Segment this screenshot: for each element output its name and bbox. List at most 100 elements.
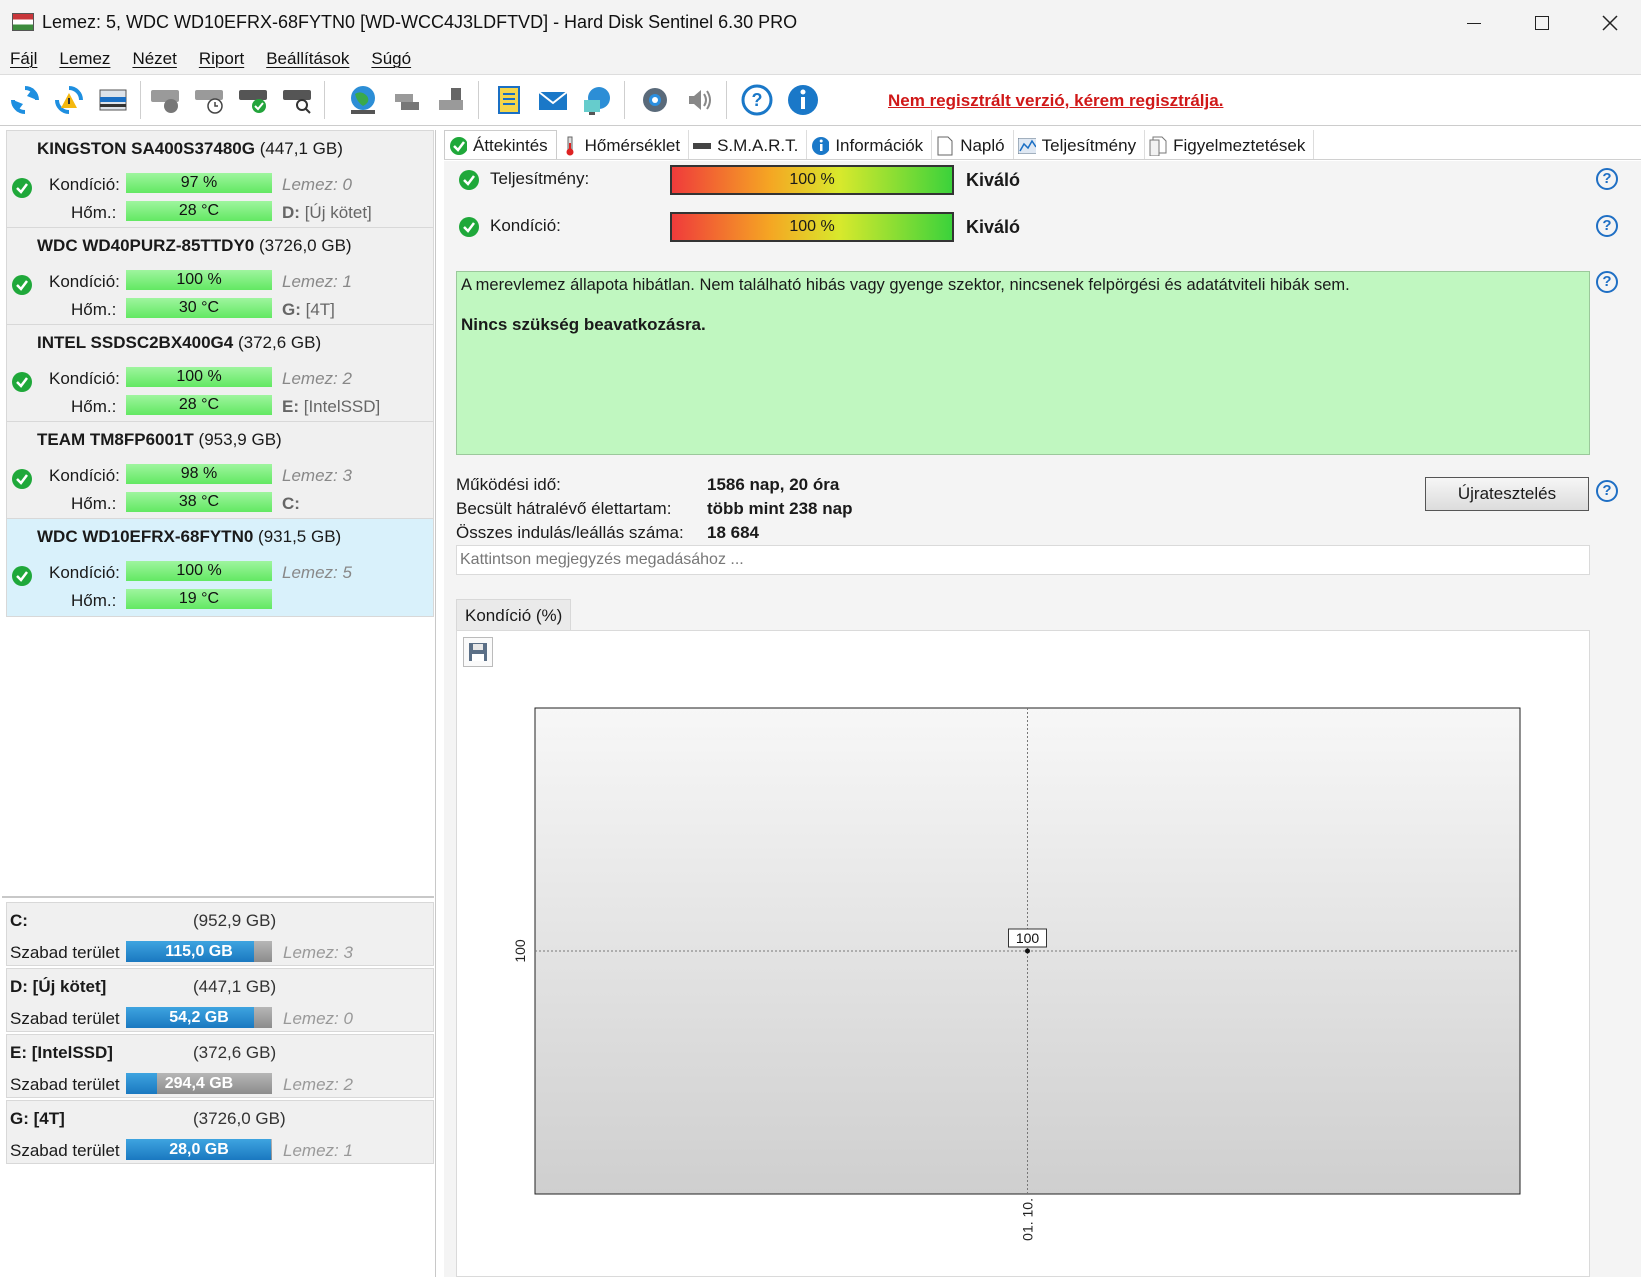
menu-report[interactable]: Riport <box>189 46 256 74</box>
chart-area: 100 01. 10. 100 <box>456 630 1590 1277</box>
lifetime-label: Becsült hátralévő élettartam: <box>456 499 672 518</box>
y-tick-label: 100 <box>512 939 528 963</box>
status-message: A merevlemez állapota hibátlan. Nem talá… <box>461 276 1350 294</box>
health-bar: 100 % <box>670 212 954 242</box>
disk-name: INTEL SSDSC2BX400G4 (372,6 GB) <box>37 333 322 352</box>
performance-label: Teljesítmény: <box>490 169 590 188</box>
disk-test-icon[interactable] <box>148 83 182 117</box>
health-bar: 97 % <box>126 173 272 193</box>
tab-alerts[interactable]: Figyelmeztetések <box>1145 130 1315 159</box>
performance-rating: Kiváló <box>966 170 1021 190</box>
globe-icon[interactable] <box>346 83 380 117</box>
disk-list-panel: KINGSTON SA400S37480G (447,1 GB) Kondíci… <box>2 130 436 1277</box>
volume-name: D: [Új kötet] <box>10 977 107 996</box>
overview-panel: Teljesítmény: 100 % Kiváló ? Kondíció: 1… <box>444 161 1641 1277</box>
volume-label: G: [4T] <box>282 300 335 319</box>
tab-information[interactable]: Információk <box>807 130 933 159</box>
tab-bar: Áttekintés Hőmérséklet S.M.A.R.T. Inform… <box>444 130 1641 160</box>
chart-tab[interactable]: Kondíció (%) <box>456 599 572 631</box>
retest-button[interactable]: Újratesztelés <box>1425 477 1589 511</box>
help-icon[interactable]: ? <box>1596 215 1618 237</box>
disk-entry[interactable]: WDC WD40PURZ-85TTDY0 (3726,0 GB) Kondíci… <box>6 227 434 326</box>
temp-label: Hőm.: <box>71 397 117 416</box>
volume-entry[interactable]: E: [IntelSSD] (372,6 GB) Szabad terület … <box>6 1034 434 1098</box>
free-space-label: Szabad terület <box>10 1141 120 1160</box>
disk-number: Lemez: 3 <box>283 943 353 962</box>
tab-smart[interactable]: S.M.A.R.T. <box>689 130 808 159</box>
remote-disk-icon[interactable] <box>434 83 468 117</box>
disk-ok-icon[interactable] <box>236 83 270 117</box>
free-space-bar: 294,4 GB <box>126 1073 272 1094</box>
disk-icon <box>693 137 712 155</box>
close-button[interactable] <box>1576 0 1641 46</box>
menu-bar: Fájl Lemez Nézet Riport Beállítások Súgó <box>0 46 1641 74</box>
disk-entry[interactable]: INTEL SSDSC2BX400G4 (372,6 GB) Kondíció:… <box>6 324 434 423</box>
temp-bar: 28 °C <box>126 395 272 415</box>
volume-size: (952,9 GB) <box>193 911 277 930</box>
network-disk-icon[interactable] <box>390 83 424 117</box>
speaker-icon[interactable] <box>682 83 716 117</box>
tab-temperature[interactable]: Hőmérséklet <box>557 130 690 159</box>
disk-entry-selected[interactable]: WDC WD10EFRX-68FYTN0 (931,5 GB) Kondíció… <box>6 518 434 617</box>
menu-file[interactable]: Fájl <box>0 46 49 74</box>
disk-number: Lemez: 5 <box>282 563 352 582</box>
disk-number: Lemez: 2 <box>283 1075 353 1094</box>
disk-entry[interactable]: KINGSTON SA400S37480G (447,1 GB) Kondíci… <box>6 130 434 229</box>
close-icon <box>1602 15 1618 31</box>
mail-icon[interactable] <box>536 83 570 117</box>
app-icon <box>12 13 34 31</box>
help-icon[interactable]: ? <box>740 83 774 117</box>
check-icon <box>11 565 33 592</box>
temp-label: Hőm.: <box>71 494 117 513</box>
chart-icon <box>1017 137 1036 155</box>
menu-settings[interactable]: Beállítások <box>256 46 361 74</box>
info-icon <box>811 136 830 155</box>
tab-log[interactable]: Napló <box>932 130 1014 159</box>
volume-label: E: [IntelSSD] <box>282 397 381 416</box>
help-icon[interactable]: ? <box>1596 168 1618 190</box>
check-icon <box>11 371 33 398</box>
toolbar: ? Nem regisztrált verzió, kérem regisztr… <box>0 74 1641 126</box>
title-bar: Lemez: 5, WDC WD10EFRX-68FYTN0 [WD-WCC4J… <box>0 0 1641 46</box>
registration-link[interactable]: Nem regisztrált verzió, kérem regisztrál… <box>888 91 1223 111</box>
web-status-icon[interactable] <box>580 83 614 117</box>
temp-label: Hőm.: <box>71 300 117 319</box>
minimize-button[interactable] <box>1440 0 1508 46</box>
maximize-button[interactable] <box>1508 0 1576 46</box>
window-title: Lemez: 5, WDC WD10EFRX-68FYTN0 [WD-WCC4J… <box>42 12 798 32</box>
disk-list-icon[interactable] <box>96 83 130 117</box>
free-space-label: Szabad terület <box>10 943 120 962</box>
maximize-icon <box>1535 16 1549 30</box>
menu-view[interactable]: Nézet <box>122 46 188 74</box>
volume-entry[interactable]: D: [Új kötet] (447,1 GB) Szabad terület … <box>6 968 434 1032</box>
temp-bar: 28 °C <box>126 201 272 221</box>
note-input[interactable]: Kattintson megjegyzés megadásához ... <box>456 545 1590 575</box>
check-icon <box>11 177 33 204</box>
data-point <box>1025 948 1030 954</box>
gear-icon[interactable] <box>638 83 672 117</box>
tab-overview[interactable]: Áttekintés <box>444 130 557 159</box>
refresh-warning-icon[interactable] <box>52 83 86 117</box>
help-icon[interactable]: ? <box>1596 271 1618 293</box>
volume-entry[interactable]: C: (952,9 GB) Szabad terület 115,0 GB Le… <box>6 902 434 966</box>
document-icon <box>936 136 954 155</box>
menu-disk[interactable]: Lemez <box>49 46 122 74</box>
thermometer-icon <box>561 136 579 155</box>
help-icon[interactable]: ? <box>1596 480 1618 502</box>
lifetime-value: több mint 238 nap <box>707 499 853 518</box>
menu-help[interactable]: Súgó <box>361 46 423 74</box>
starts-value: 18 684 <box>707 523 759 542</box>
x-tick-label: 01. 10. <box>1020 1198 1036 1241</box>
volume-entry[interactable]: G: [4T] (3726,0 GB) Szabad terület 28,0 … <box>6 1100 434 1164</box>
refresh-icon[interactable] <box>8 83 42 117</box>
health-bar: 100 % <box>126 561 272 581</box>
volume-name: G: [4T] <box>10 1109 65 1128</box>
report-icon[interactable] <box>492 83 526 117</box>
info-icon[interactable] <box>786 83 820 117</box>
disk-entry[interactable]: TEAM TM8FP6001T (953,9 GB) Kondíció: 98 … <box>6 421 434 520</box>
disk-schedule-icon[interactable] <box>192 83 226 117</box>
minimize-icon <box>1467 22 1481 24</box>
disk-search-icon[interactable] <box>280 83 314 117</box>
tab-performance[interactable]: Teljesítmény <box>1014 130 1146 159</box>
health-label: Kondíció: <box>490 216 561 235</box>
